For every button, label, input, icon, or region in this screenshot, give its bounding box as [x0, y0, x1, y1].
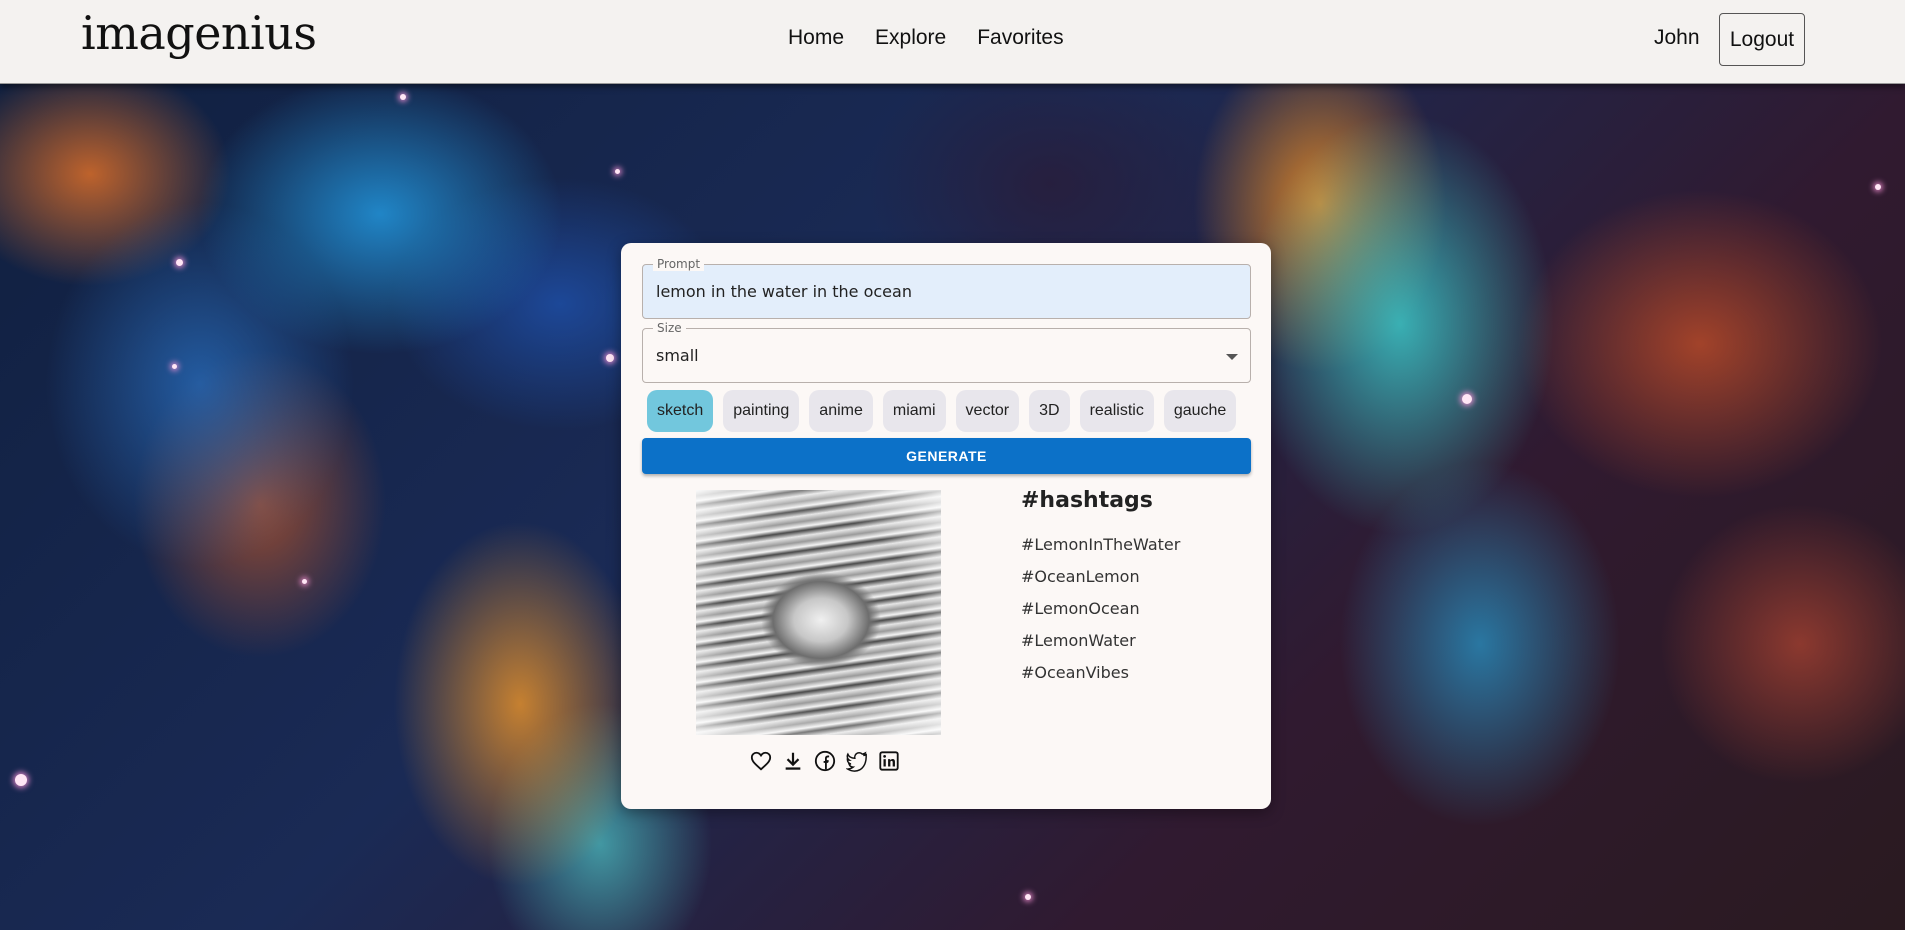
main-nav: Home Explore Favorites	[788, 26, 1064, 50]
size-select[interactable]: Size small	[642, 321, 1251, 383]
prompt-input[interactable]: Prompt lemon in the water in the ocean	[642, 257, 1251, 319]
star	[1875, 184, 1881, 190]
chip-vector[interactable]: vector	[955, 390, 1020, 432]
hashtag-item[interactable]: #LemonWater	[1021, 631, 1180, 663]
chip-gauche[interactable]: gauche	[1163, 390, 1237, 432]
chip-miami[interactable]: miami	[882, 390, 946, 432]
nav-favorites[interactable]: Favorites	[977, 26, 1063, 50]
star	[15, 774, 27, 786]
chip-sketch[interactable]: sketch	[647, 390, 714, 432]
nav-explore[interactable]: Explore	[875, 26, 946, 50]
hashtag-item[interactable]: #LemonInTheWater	[1021, 535, 1180, 567]
nav-home[interactable]: Home	[788, 26, 844, 50]
user-name: John	[1654, 26, 1700, 49]
hashtag-item[interactable]: #OceanVibes	[1021, 663, 1180, 695]
chip-painting[interactable]: painting	[723, 390, 800, 432]
linkedin-icon[interactable]	[877, 749, 901, 773]
hashtag-item[interactable]: #LemonOcean	[1021, 599, 1180, 631]
hashtags-title: #hashtags	[1021, 488, 1153, 513]
logout-button[interactable]: Logout	[1719, 13, 1805, 66]
star	[606, 354, 614, 362]
star	[302, 579, 307, 584]
hashtag-list: #LemonInTheWater #OceanLemon #LemonOcean…	[1021, 535, 1180, 695]
size-value: small	[656, 346, 699, 365]
star	[1462, 394, 1472, 404]
prompt-value[interactable]: lemon in the water in the ocean	[656, 282, 912, 301]
generate-button[interactable]: GENERATE	[642, 438, 1251, 474]
star	[172, 364, 177, 369]
star	[1025, 894, 1031, 900]
hashtag-item[interactable]: #OceanLemon	[1021, 567, 1180, 599]
top-navbar: imagenius Home Explore Favorites John Lo…	[0, 0, 1905, 84]
star	[400, 94, 406, 100]
image-actions	[749, 749, 901, 773]
image-vignette	[696, 490, 941, 735]
generator-card: Prompt lemon in the water in the ocean S…	[621, 243, 1271, 809]
size-label: Size	[653, 321, 686, 335]
download-icon[interactable]	[781, 749, 805, 773]
generated-image	[696, 490, 941, 735]
style-chips: sketch painting anime miami vector 3D re…	[647, 390, 1237, 432]
chip-realistic[interactable]: realistic	[1079, 390, 1154, 432]
chip-3d[interactable]: 3D	[1029, 390, 1070, 432]
star	[615, 169, 620, 174]
heart-icon[interactable]	[749, 749, 773, 773]
logo[interactable]: imagenius	[81, 6, 317, 60]
facebook-icon[interactable]	[813, 749, 837, 773]
chevron-down-icon[interactable]	[1226, 354, 1238, 360]
prompt-label: Prompt	[653, 257, 705, 271]
star	[176, 259, 183, 266]
chip-anime[interactable]: anime	[809, 390, 873, 432]
twitter-icon[interactable]	[845, 749, 869, 773]
